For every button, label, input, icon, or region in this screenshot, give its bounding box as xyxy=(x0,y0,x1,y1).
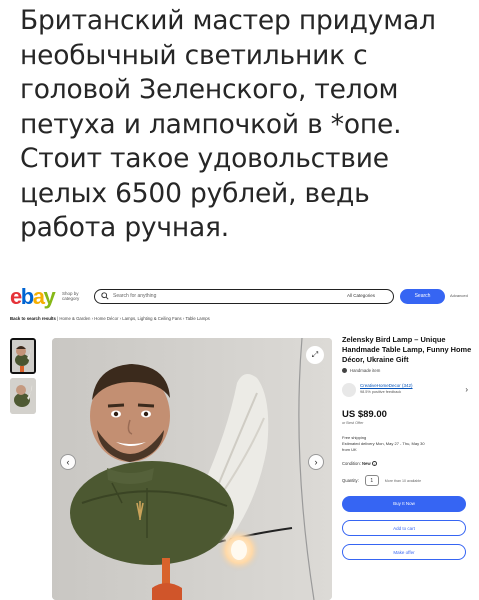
seller-feedback: 98.5% positive feedback xyxy=(360,390,402,394)
seller-card[interactable]: CreativeHomeDecor (342) 98.5% positive f… xyxy=(342,383,472,403)
handmade-badge: Handmade item xyxy=(342,368,472,373)
caption-line: Британский мастер придумал xyxy=(20,5,436,36)
thumbnail-2[interactable] xyxy=(10,378,36,414)
quantity-available: More than 10 available xyxy=(384,478,422,483)
ebay-listing-screenshot: ebay Shop by category Search for anythin… xyxy=(0,280,479,600)
chevron-right-icon: › xyxy=(465,385,468,394)
back-to-results-link[interactable]: Back to search results xyxy=(10,316,56,321)
ships-from: from UK xyxy=(342,447,357,452)
prev-image-button[interactable]: ‹ xyxy=(60,454,76,470)
caption-line: головой Зеленского, телом xyxy=(20,74,399,105)
lamp-photo xyxy=(52,338,332,600)
add-to-cart-button[interactable]: Add to cart xyxy=(342,520,466,536)
ebay-logo[interactable]: ebay xyxy=(10,284,56,310)
shipping-info: Free shipping Estimated delivery Mon, Ma… xyxy=(342,435,472,453)
category-select[interactable]: All Categories xyxy=(347,293,375,298)
best-offer-note: or Best Offer xyxy=(342,421,364,425)
search-placeholder: Search for anything xyxy=(113,293,157,299)
breadcrumb-item[interactable]: Home & Garden xyxy=(59,316,90,321)
breadcrumb-item[interactable]: Home Décor xyxy=(94,316,118,321)
thumbnail-list xyxy=(10,338,40,418)
handmade-icon xyxy=(342,368,347,373)
quantity-input[interactable]: 1 xyxy=(364,475,379,486)
listing-details: Zelensky Bird Lamp – Unique Handmade Tab… xyxy=(342,335,472,560)
caption-line: целых 6500 рублей, ведь xyxy=(20,177,370,209)
breadcrumb-item[interactable]: Table Lamps xyxy=(185,316,209,321)
next-image-button[interactable]: › xyxy=(308,454,324,470)
breadcrumb-item[interactable]: Lamps, Lighting & Ceiling Fans xyxy=(122,316,181,321)
search-icon xyxy=(101,292,109,300)
info-icon[interactable]: i xyxy=(371,461,377,466)
thumbnail-1[interactable] xyxy=(10,338,36,374)
search-button[interactable]: Search xyxy=(400,289,445,304)
listing-title: Zelensky Bird Lamp – Unique Handmade Tab… xyxy=(342,335,472,364)
breadcrumb: Back to search results | Home & Garden ›… xyxy=(10,316,210,321)
seller-avatar xyxy=(342,383,356,397)
caption-line: петуха и лампочкой в *опе. xyxy=(20,108,402,140)
quantity-row: Quantity: 1 More than 10 available xyxy=(342,475,472,486)
condition: Condition: New i xyxy=(342,461,472,466)
expand-icon[interactable]: ⤢ xyxy=(306,346,324,364)
make-offer-button[interactable]: Make offer xyxy=(342,544,466,560)
caption-line: работа ручная. xyxy=(20,212,230,243)
caption-line: Стоит такое удовольствие xyxy=(20,143,389,174)
main-product-image[interactable]: ‹ › ⤢ xyxy=(52,338,332,600)
post-caption: Британский мастер придумал необычный све… xyxy=(20,4,470,246)
shop-by-category-button[interactable]: Shop by category xyxy=(62,291,88,301)
ebay-header: ebay Shop by category Search for anythin… xyxy=(10,284,470,309)
search-input[interactable]: Search for anything All Categories xyxy=(94,289,394,304)
buy-it-now-button[interactable]: Buy It Now xyxy=(342,496,466,512)
seller-name-link[interactable]: CreativeHomeDecor (342) xyxy=(360,383,413,388)
advanced-search-link[interactable]: Advanced xyxy=(450,293,468,298)
price: US $89.00 xyxy=(342,409,387,420)
caption-line: необычный светильник с xyxy=(20,39,368,71)
